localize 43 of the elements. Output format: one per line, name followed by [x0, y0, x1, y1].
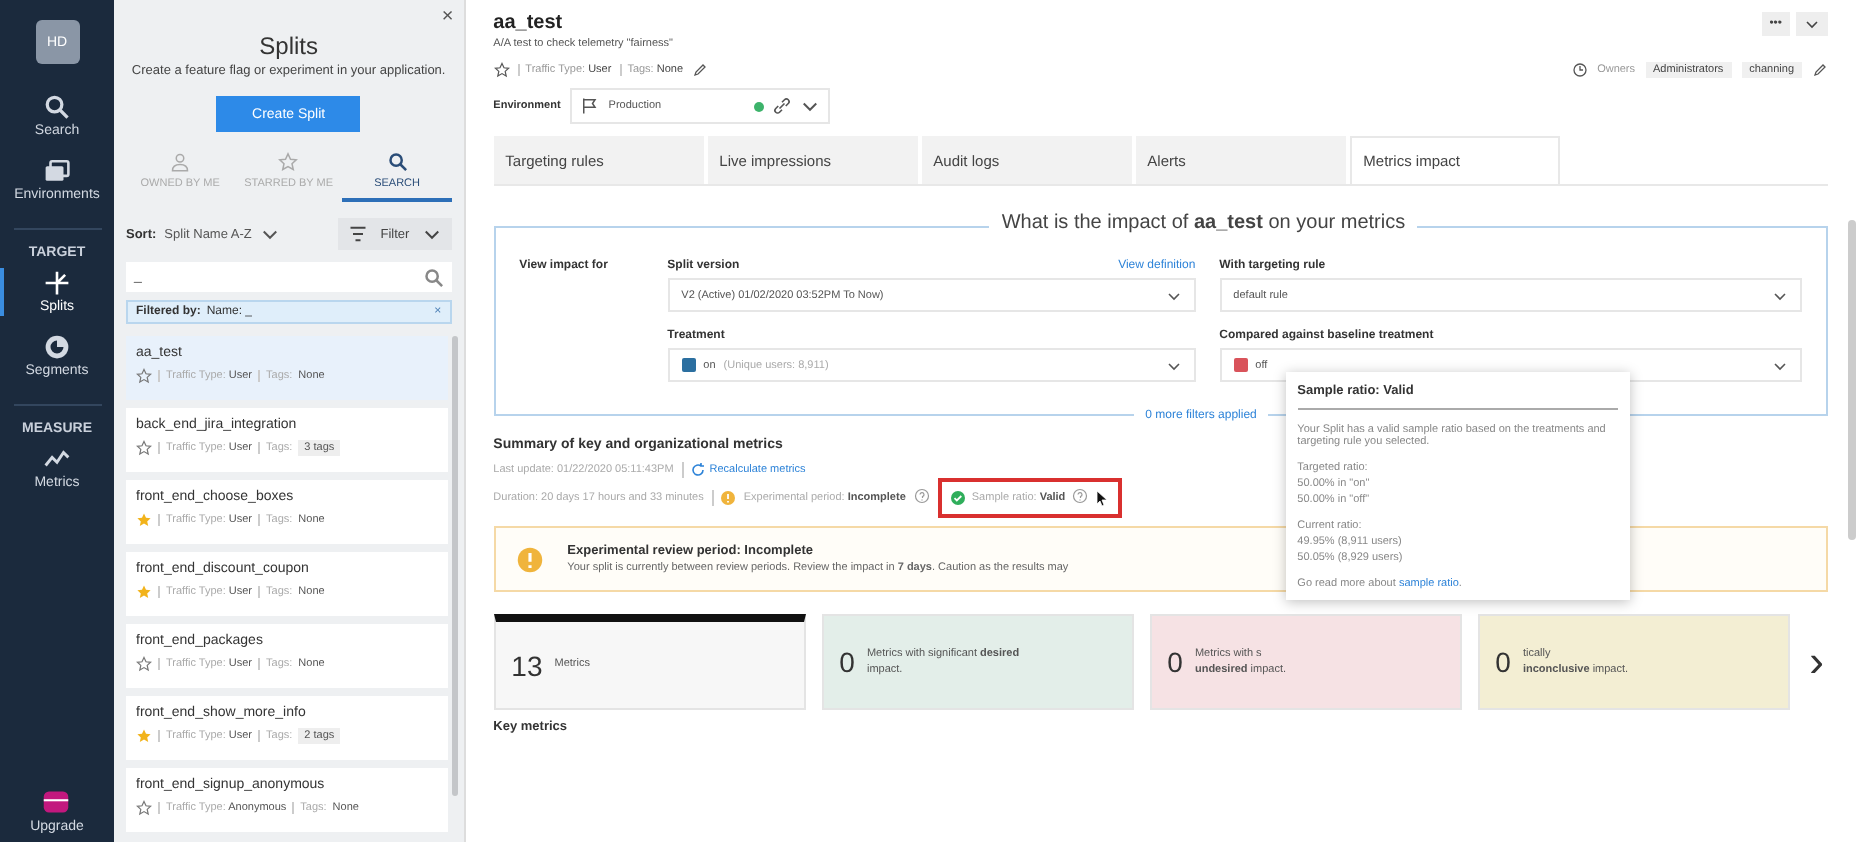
star-icon [136, 368, 152, 384]
close-button[interactable]: × [441, 6, 454, 28]
filter-icon [348, 224, 369, 244]
pencil-icon [1812, 62, 1828, 78]
search-icon [387, 152, 408, 172]
next-button[interactable]: › [1805, 636, 1828, 688]
trend-line-icon [44, 446, 70, 472]
segments-icon [44, 334, 70, 360]
link-icon [772, 96, 793, 116]
search-icon [44, 94, 70, 120]
status-dot [754, 101, 765, 111]
search-icon [423, 267, 444, 287]
star-icon [136, 800, 152, 816]
panel-title: Splits [257, 32, 320, 60]
refresh-icon [689, 462, 706, 478]
warning-circle-icon [719, 490, 736, 506]
pencil-icon [691, 62, 708, 78]
help-icon [913, 488, 930, 504]
color-swatch [1233, 358, 1248, 372]
help-icon [1071, 488, 1088, 504]
star-icon [136, 440, 152, 456]
star-icon [136, 512, 152, 528]
cursor-icon [1093, 488, 1110, 508]
split-name: aa_test [493, 12, 565, 34]
section-heading: What is the impact of aa_test on your metrics [989, 212, 1418, 234]
star-icon [278, 152, 299, 172]
star-icon [136, 656, 152, 672]
warning-circle-icon [515, 545, 544, 573]
flag-icon [580, 96, 601, 116]
chevron-down-icon [1165, 287, 1182, 303]
chevron-down-icon [1772, 287, 1788, 303]
clock-icon [1571, 62, 1588, 78]
person-icon [170, 152, 191, 172]
star-icon [136, 584, 152, 600]
chevron-down-icon [1804, 16, 1820, 32]
check-circle-icon [949, 490, 966, 506]
windows-icon [44, 158, 70, 184]
star-icon [136, 728, 152, 744]
chevron-down-icon [1772, 357, 1788, 373]
expand-button[interactable] [1796, 12, 1828, 36]
split-arrows-icon [44, 270, 70, 296]
color-swatch [681, 358, 696, 372]
chevron-down-icon [1165, 357, 1182, 373]
